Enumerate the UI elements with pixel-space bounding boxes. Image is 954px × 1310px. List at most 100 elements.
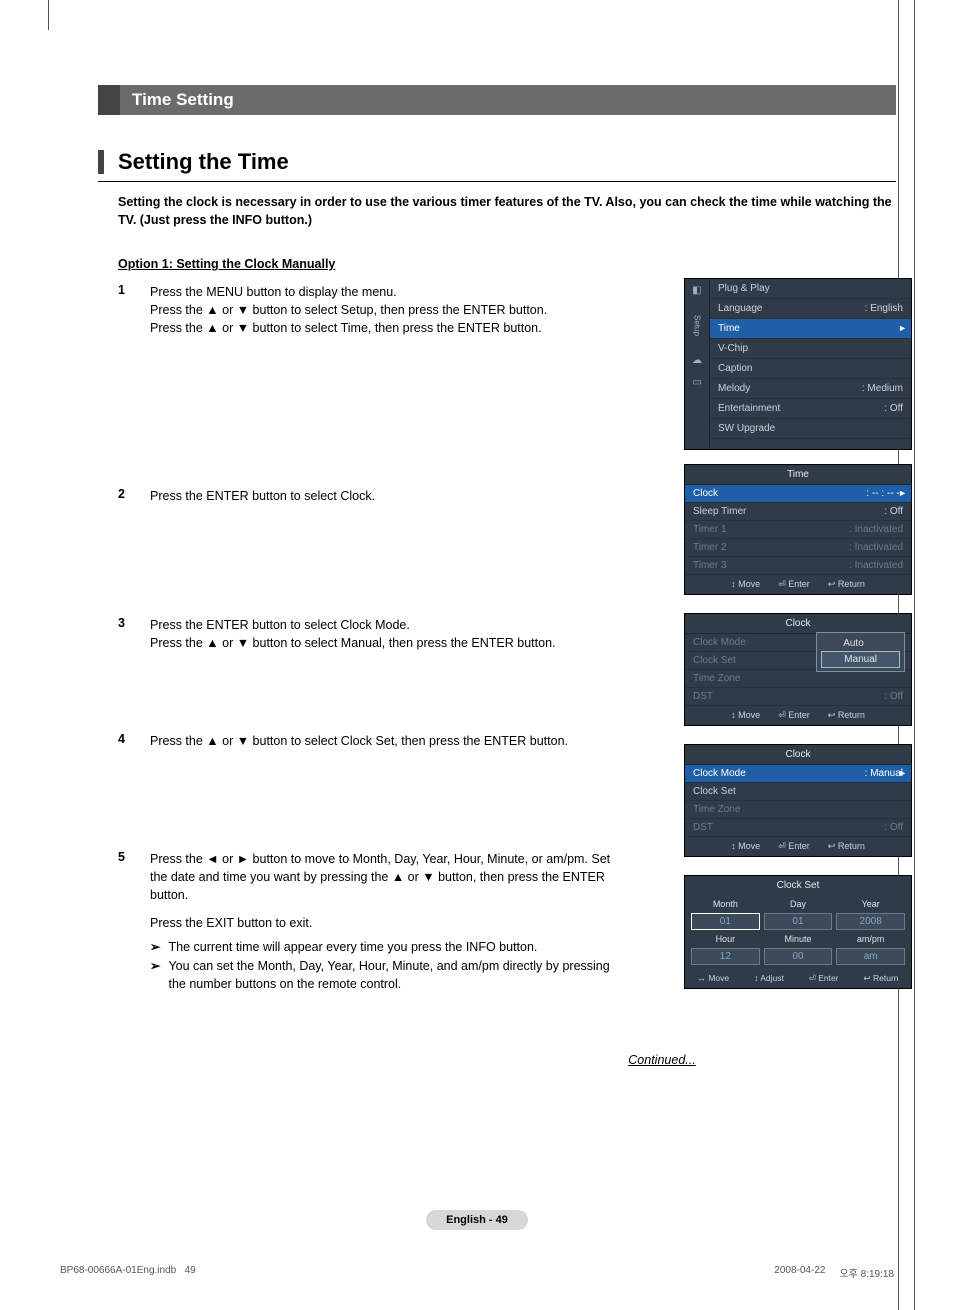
osd-setup-list: Plug & Play Language: English Time V-Chi… [710,279,911,449]
input-tab-icon: ▭ [685,371,709,393]
meta-file: BP68-00666A-01Eng.indb 49 [60,1265,196,1280]
enter-icon: ⏎ [778,841,786,851]
step-line: Press the ◄ or ► button to move to Month… [150,850,625,904]
print-metadata: BP68-00666A-01Eng.indb 49 2008-04-22오후 8… [60,1265,894,1280]
osd-title: Clock Set [685,876,911,895]
tip-icon: ➢ [150,938,160,956]
osd-row: Caption [710,359,911,379]
osd-tab-column: ◧ Setup ☁ ▭ [685,279,710,449]
osd-label: Clock Mode [693,637,746,648]
osd-row: V-Chip [710,339,911,359]
crop-mark [914,0,915,1310]
column-header: Minute [764,934,833,944]
return-icon: ↩ [828,841,836,851]
osd-label: Time [718,323,740,334]
osd-value: : -- : -- -- [866,488,903,499]
osd-value: : Medium [862,383,903,394]
step-body: Press the MENU button to display the men… [150,283,547,337]
page-footer: English - 49 [0,1210,954,1230]
osd-title: Time [685,465,911,485]
enter-icon: ⏎ [778,579,786,589]
column-header: Month [691,899,760,909]
step-body: Press the ▲ or ▼ button to select Clock … [150,732,568,750]
column-header: am/pm [836,934,905,944]
osd-clock-menu: Clock Clock Mode: Manual Clock Set Time … [684,744,912,857]
osd-hint: ↩ Return [828,710,865,721]
clock-mode-popup: Auto Manual [816,632,905,672]
osd-row: DST: Off [685,819,911,837]
sound-tab-icon: ☁ [685,349,709,371]
osd-value: : Off [884,506,903,517]
osd-value: : Off [884,691,903,702]
osd-hint: ↕ Move [731,841,760,852]
tip-text: You can set the Month, Day, Year, Hour, … [168,957,625,993]
osd-value: : Off [884,403,903,414]
osd-hint: ⏎ Enter [778,579,810,590]
osd-screenshots: ◧ Setup ☁ ▭ Plug & Play Language: Englis… [684,278,912,989]
step-line: Press the ENTER button to select Clock M… [150,616,556,634]
lead-paragraph: Setting the clock is necessary in order … [118,194,896,229]
return-icon: ↩ [828,579,836,589]
osd-clock-menu-popup: Clock Clock Mode Clock Set Time Zone DST… [684,613,912,726]
option-title: Option 1: Setting the Clock Manually [118,257,896,271]
setup-tab-label: Setup [685,301,709,349]
osd-clock-set: Clock Set Month Day Year 01 01 2008 Hour… [684,875,912,989]
section-heading: Setting the Time [98,149,896,175]
step-line: Press the EXIT button to exit. [150,914,625,932]
step-body: Press the ◄ or ► button to move to Month… [150,850,625,993]
step-line: Press the ▲ or ▼ button to select Manual… [150,634,556,652]
osd-label: Time Zone [693,804,740,815]
osd-hint: ↕ Move [731,579,760,590]
osd-label: SW Upgrade [718,423,775,434]
osd-label: Timer 1 [693,524,727,535]
osd-label: Entertainment [718,403,780,414]
osd-time-menu: Time Clock: -- : -- -- Sleep Timer: Off … [684,464,912,595]
spacer [150,904,625,914]
osd-footer: ↔ Move ↕ Adjust ⏎ Enter ↩ Return [685,969,911,988]
osd-hint: ↕ Adjust [754,973,784,984]
osd-label: Timer 3 [693,560,727,571]
clock-set-grid: Month Day Year 01 01 2008 Hour Minute am… [685,895,911,969]
picture-tab-icon: ◧ [685,279,709,301]
osd-hint: ⏎ Enter [778,710,810,721]
osd-label: Time Zone [693,673,740,684]
osd-label: Clock Mode [693,768,746,779]
step-line: Press the ▲ or ▼ button to select Setup,… [150,301,547,319]
return-icon: ↩ [864,973,871,983]
step-body: Press the ENTER button to select Clock M… [150,616,556,652]
osd-label: Clock Set [693,655,736,666]
osd-title: Clock [685,745,911,765]
osd-label: Language [718,303,763,314]
tips: ➢The current time will appear every time… [150,938,625,992]
enter-icon: ⏎ [778,710,786,720]
section-title: Setting the Time [118,149,289,175]
osd-row: Plug & Play [710,279,911,299]
osd-label: DST [693,691,713,702]
osd-row: Timer 1 : Inactivated [685,521,911,539]
enter-icon: ⏎ [809,973,816,983]
topic-bar: Time Setting [98,85,896,115]
osd-label: V-Chip [718,343,748,354]
osd-hint: ↕ Move [731,710,760,721]
osd-hint: ↩ Return [828,579,865,590]
osd-hint: ↩ Return [864,973,899,984]
section-marker-icon [98,150,104,174]
osd-value: : Inactivated [849,524,903,535]
osd-footer: ↕ Move ⏎ Enter ↩ Return [685,575,911,594]
step-body: Press the ENTER button to select Clock. [150,487,375,505]
osd-label: Clock [693,488,718,499]
step-line: Press the ENTER button to select Clock. [150,487,375,505]
clock-value: 01 [764,913,833,930]
osd-hint: ↔ Move [697,973,729,984]
osd-title: Clock [685,614,911,634]
page-number-pill: English - 49 [426,1210,528,1230]
osd-row: Timer 2: Inactivated [685,539,911,557]
move-icon: ↕ [731,579,736,589]
osd-row-highlighted: Clock : -- : -- -- [685,485,911,503]
clock-value-active: 01 [691,913,760,930]
clock-value: am [836,948,905,965]
popup-option: Auto [821,636,900,651]
osd-row: Entertainment : Off [710,399,911,419]
clock-value: 00 [764,948,833,965]
step-number: 3 [118,616,132,652]
